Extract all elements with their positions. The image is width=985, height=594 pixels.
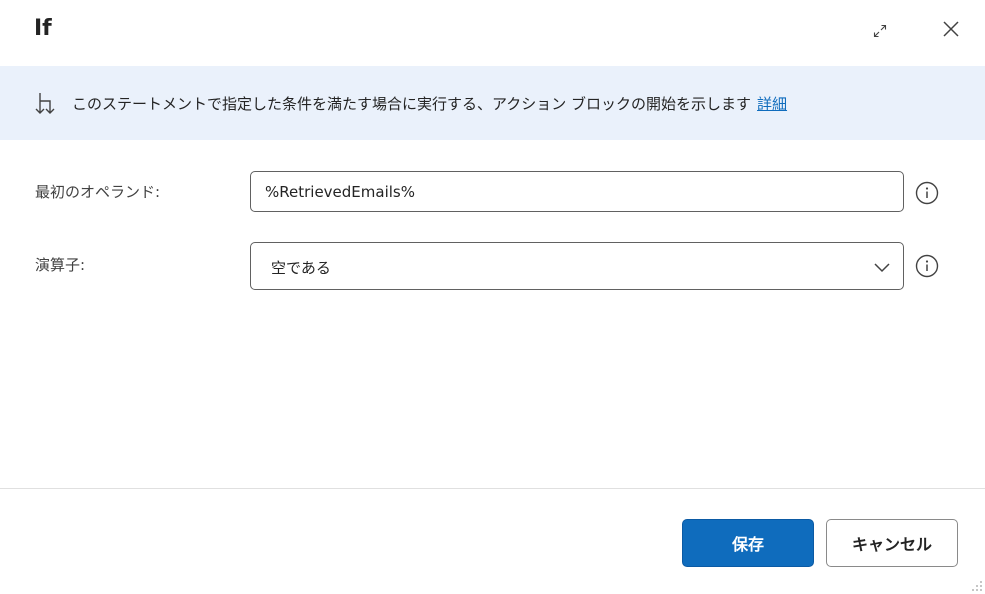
operator-info-button[interactable]	[915, 254, 939, 278]
banner-description: このステートメントで指定した条件を満たす場合に実行する、アクション ブロックの開…	[72, 93, 787, 114]
save-button[interactable]: 保存	[682, 519, 814, 567]
learn-more-link[interactable]: 詳細	[757, 95, 787, 113]
resize-grip-icon[interactable]	[969, 578, 983, 592]
info-icon	[915, 181, 939, 205]
first-operand-label: 最初のオペランド:	[35, 183, 161, 201]
first-operand-info-button[interactable]	[915, 181, 939, 205]
operator-selected-value: 空である	[271, 259, 331, 277]
cancel-button[interactable]: キャンセル	[826, 519, 958, 567]
expand-button[interactable]	[868, 19, 892, 43]
first-operand-input[interactable]	[250, 171, 904, 212]
operator-select[interactable]: 空である	[250, 242, 904, 290]
close-button[interactable]	[939, 17, 963, 41]
close-icon	[943, 21, 959, 37]
expand-icon	[873, 24, 887, 38]
dialog-title: If	[34, 16, 52, 41]
info-icon	[915, 254, 939, 278]
banner-text: このステートメントで指定した条件を満たす場合に実行する、アクション ブロックの開…	[72, 95, 752, 113]
chevron-down-icon	[874, 263, 890, 273]
branch-down-arrow-icon	[35, 93, 55, 114]
if-action-dialog: If このステートメントで指定した条件を満たす場合に実行する、アクション ブロッ…	[0, 0, 985, 594]
info-banner: このステートメントで指定した条件を満たす場合に実行する、アクション ブロックの開…	[0, 66, 985, 140]
footer-divider	[0, 488, 985, 489]
operator-label: 演算子:	[35, 256, 86, 274]
